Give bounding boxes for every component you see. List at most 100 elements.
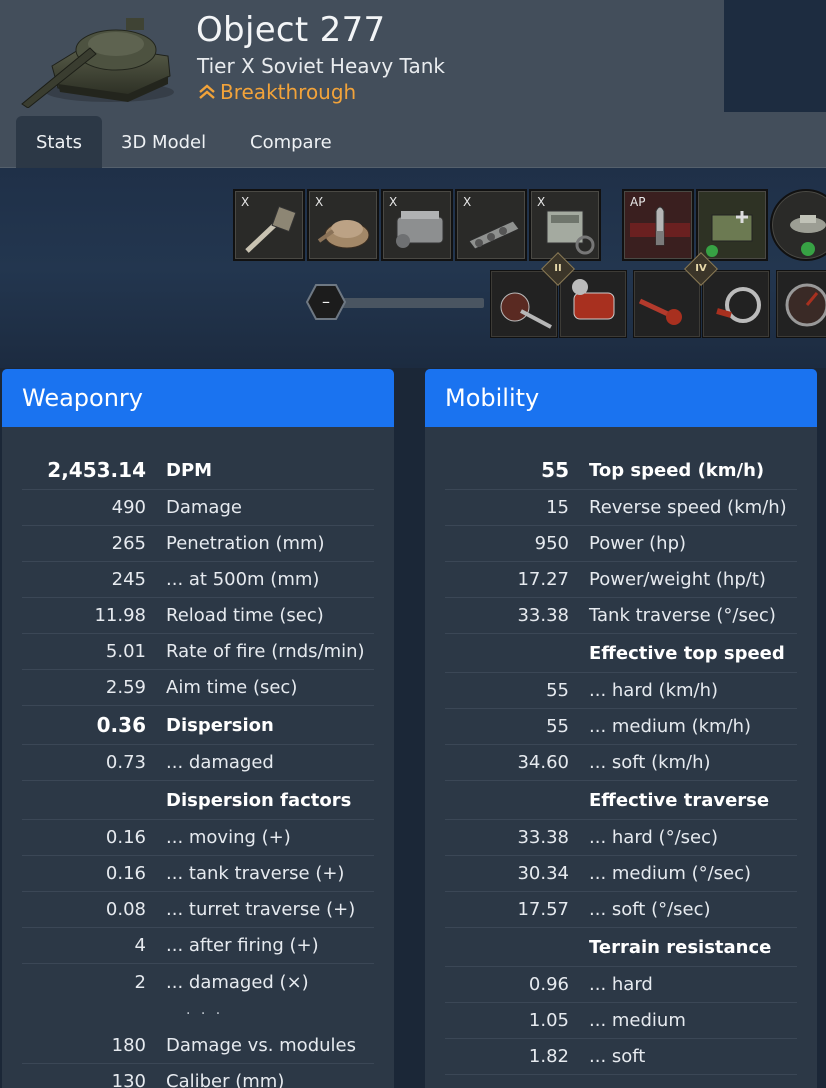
stat-row: 5.01 Rate of fire (rnds/min) bbox=[22, 634, 374, 670]
optics-icon bbox=[716, 287, 761, 323]
radio-icon bbox=[546, 210, 595, 255]
equipment-slot-2[interactable] bbox=[559, 270, 627, 338]
stat-label: ... soft (km/h) bbox=[589, 752, 711, 773]
stat-row: 265 Penetration (mm) bbox=[22, 526, 374, 562]
crew-slider-handle[interactable]: – bbox=[306, 284, 346, 320]
stat-label: ... hard (km/h) bbox=[589, 680, 719, 701]
equipment-slot-4[interactable] bbox=[702, 270, 770, 338]
stat-row: 180 Damage vs. modules bbox=[22, 1028, 374, 1064]
module-gun[interactable]: X bbox=[233, 189, 305, 261]
stat-value: 55 bbox=[546, 716, 569, 737]
stat-label: ... hard (°/sec) bbox=[589, 827, 719, 848]
header-side-panel bbox=[724, 0, 826, 112]
shell-icon bbox=[630, 206, 690, 246]
stat-row: Terrain resistance bbox=[445, 928, 797, 967]
stat-value: 265 bbox=[111, 533, 146, 554]
stat-row: 55 ... medium (km/h) bbox=[445, 709, 797, 745]
stat-label: ... tank traverse (+) bbox=[166, 863, 345, 884]
stat-value: 1.05 bbox=[528, 1010, 569, 1031]
stat-value: 11.98 bbox=[94, 605, 146, 626]
stat-row: 55 ... hard (km/h) bbox=[445, 673, 797, 709]
rammer-icon bbox=[500, 292, 552, 329]
module-radio[interactable]: X bbox=[529, 189, 601, 261]
stat-value: 33.38 bbox=[517, 827, 569, 848]
tab-compare[interactable]: Compare bbox=[230, 116, 352, 168]
gun-icon bbox=[245, 205, 297, 253]
tank-name: Object 277 bbox=[196, 10, 386, 50]
stat-value: 34.60 bbox=[517, 752, 569, 773]
stat-row: 33.38 ... hard (°/sec) bbox=[445, 820, 797, 856]
stat-value: 0.16 bbox=[105, 863, 146, 884]
crew-slider-track[interactable] bbox=[330, 298, 484, 308]
stat-row: 1.05 ... medium bbox=[445, 1003, 797, 1039]
weaponry-panel: Weaponry 2,453.14 DPM 490 Damage 265 Penetrat… bbox=[2, 369, 394, 1088]
tank-upgrade-slot[interactable] bbox=[770, 189, 826, 261]
stat-row: 34.60 ... soft (km/h) bbox=[445, 745, 797, 781]
stat-label: DPM bbox=[166, 459, 213, 481]
gauge-icon bbox=[785, 283, 826, 327]
stat-label: ... damaged bbox=[166, 752, 274, 773]
consumable-slot[interactable] bbox=[696, 189, 768, 261]
stat-label: ... damaged (×) bbox=[166, 971, 309, 993]
stat-value: 17.27 bbox=[517, 569, 569, 590]
stat-row: 15 Reverse speed (km/h) bbox=[445, 490, 797, 526]
slider-label: – bbox=[322, 292, 330, 311]
stat-value: 0.36 bbox=[96, 713, 146, 737]
stat-row: 17.57 ... soft (°/sec) bbox=[445, 892, 797, 928]
tab-stats[interactable]: Stats bbox=[16, 116, 102, 168]
stat-value: 0.96 bbox=[528, 974, 569, 995]
tab-3d-model[interactable]: 3D Model bbox=[101, 116, 226, 168]
stat-value: 180 bbox=[111, 1035, 146, 1056]
stat-value: 950 bbox=[534, 533, 569, 554]
stat-label: ... soft (°/sec) bbox=[589, 899, 711, 920]
stat-row: 490 Damage bbox=[22, 490, 374, 526]
stat-label: Terrain resistance bbox=[589, 936, 772, 958]
stat-value: 245 bbox=[111, 569, 146, 590]
stat-label: Dispersion bbox=[166, 714, 274, 736]
stat-row: Dispersion factors bbox=[22, 781, 374, 820]
stat-row: 0.96 ... hard bbox=[445, 967, 797, 1003]
tank-image bbox=[21, 18, 174, 108]
module-turret[interactable]: X bbox=[307, 189, 379, 261]
mobility-title: Mobility bbox=[425, 369, 817, 427]
engine-icon bbox=[396, 211, 444, 248]
stat-row: 0.16 ... moving (+) bbox=[22, 820, 374, 856]
stat-label: Effective traverse bbox=[589, 789, 770, 811]
stat-value: 33.38 bbox=[517, 605, 569, 626]
stat-label: Tank traverse (°/sec) bbox=[589, 605, 776, 626]
stat-value: 2.59 bbox=[105, 677, 146, 698]
stat-label: Effective top speed bbox=[589, 642, 785, 664]
stat-label: Aim time (sec) bbox=[166, 677, 298, 698]
tank-header: Object 277 Tier X Soviet Heavy Tank Brea… bbox=[0, 0, 724, 112]
stat-label: ... turret traverse (+) bbox=[166, 899, 356, 920]
equipment-slot-3[interactable] bbox=[633, 270, 701, 338]
stat-label: ... hard bbox=[589, 974, 653, 995]
weaponry-rows-after: 180 Damage vs. modules 130 Caliber (mm) bbox=[2, 1028, 394, 1088]
stat-value: 0.16 bbox=[105, 827, 146, 848]
breakthrough-icon bbox=[199, 84, 215, 99]
weaponry-title: Weaponry bbox=[2, 369, 394, 427]
equipment-slot-1[interactable] bbox=[490, 270, 558, 338]
weaponry-rows: 2,453.14 DPM 490 Damage 265 Penetration (mm) 2… bbox=[2, 427, 394, 1000]
consumable-kit-icon bbox=[706, 211, 753, 257]
tank-subtitle: Tier X Soviet Heavy Tank bbox=[197, 54, 445, 78]
stat-value: 4 bbox=[134, 935, 146, 956]
stat-row: 2 ... damaged (×) bbox=[22, 964, 374, 1000]
turret-icon bbox=[317, 220, 370, 249]
stat-value: 1.82 bbox=[528, 1046, 569, 1067]
equipment-slot-5[interactable] bbox=[776, 270, 826, 338]
module-suspension[interactable]: X bbox=[455, 189, 527, 261]
turbo-icon bbox=[638, 298, 682, 325]
stat-label: Reverse speed (km/h) bbox=[589, 497, 787, 518]
suspension-icon bbox=[468, 220, 520, 250]
stat-value: 5.01 bbox=[105, 641, 146, 662]
stat-value: 15 bbox=[546, 497, 569, 518]
stat-row: 245 ... at 500m (mm) bbox=[22, 562, 374, 598]
stat-value: 30.34 bbox=[517, 863, 569, 884]
role-label: Breakthrough bbox=[220, 80, 357, 104]
ammo-slot-ap[interactable]: AP bbox=[622, 189, 694, 261]
module-engine[interactable]: X bbox=[381, 189, 453, 261]
stat-label: ... medium (km/h) bbox=[589, 716, 752, 737]
stat-row: 55 Top speed (km/h) bbox=[445, 451, 797, 490]
stat-label: ... moving (+) bbox=[166, 827, 291, 848]
